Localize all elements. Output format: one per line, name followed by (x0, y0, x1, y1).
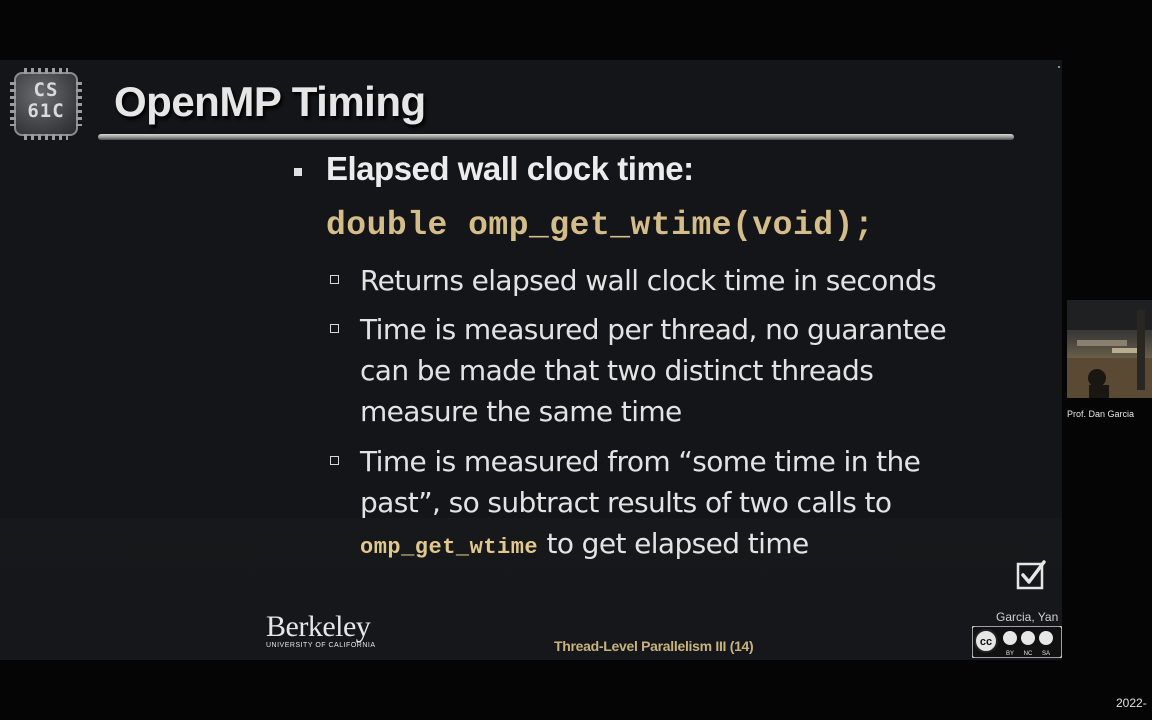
slide-title: OpenMP Timing (114, 78, 426, 125)
svg-text:cc: cc (980, 636, 992, 648)
checkbox-checked-icon (1016, 560, 1046, 590)
logo-pins (76, 82, 82, 126)
hollow-square-bullet-icon (330, 324, 339, 333)
main-bullet-text: Elapsed wall clock time: (326, 150, 694, 187)
cc-license-badge: cc BY NC SA (972, 626, 1062, 658)
berkeley-name: Berkeley (266, 610, 371, 643)
main-bullet: Elapsed wall clock time: (294, 150, 694, 188)
logo-pins (24, 68, 68, 74)
sub-bullet-content: Time is measured from “some time in the … (360, 441, 940, 568)
cs61c-logo: CS 61C (10, 68, 82, 140)
berkeley-subtitle: UNIVERSITY OF CALIFORNIA (266, 642, 376, 649)
sub-bullet: Returns elapsed wall clock time in secon… (330, 260, 990, 301)
speaker-video-thumbnail[interactable] (1067, 300, 1152, 398)
cc-label: SA (1042, 651, 1050, 657)
dust-dot (1058, 66, 1060, 68)
hollow-square-bullet-icon (330, 275, 339, 284)
slide-authors: Garcia, Yan (996, 610, 1059, 624)
sub-bullet: Time is measured per thread, no guarante… (330, 309, 970, 432)
logo-text: CS 61C (27, 79, 65, 122)
sub-bullet-text: Time is measured from “some time in the … (360, 445, 921, 519)
title-rule (98, 134, 1014, 140)
inline-code: omp_get_wtime (360, 535, 539, 560)
berkeley-logo: Berkeley UNIVERSITY OF CALIFORNIA (266, 610, 376, 650)
speaker-caption: Prof. Dan Garcia (1067, 409, 1135, 419)
cc-label: BY (1006, 651, 1014, 657)
cc-label: NC (1024, 651, 1033, 657)
code-signature: double omp_get_wtime(void); (326, 207, 875, 244)
sub-bullet: Time is measured from “some time in the … (330, 441, 940, 568)
recording-date: 2022- (1116, 696, 1147, 710)
square-bullet-icon (294, 168, 302, 176)
sub-bullet-suffix: to get elapsed time (538, 527, 809, 560)
sub-bullet-text: Time is measured per thread, no guarante… (360, 313, 947, 428)
logo-pins (24, 134, 68, 140)
hollow-square-bullet-icon (330, 456, 339, 465)
sub-bullet-text: Returns elapsed wall clock time in secon… (360, 264, 937, 297)
footer-title: Thread-Level Parallelism III (14) (554, 638, 754, 654)
video-frame (1067, 300, 1152, 398)
